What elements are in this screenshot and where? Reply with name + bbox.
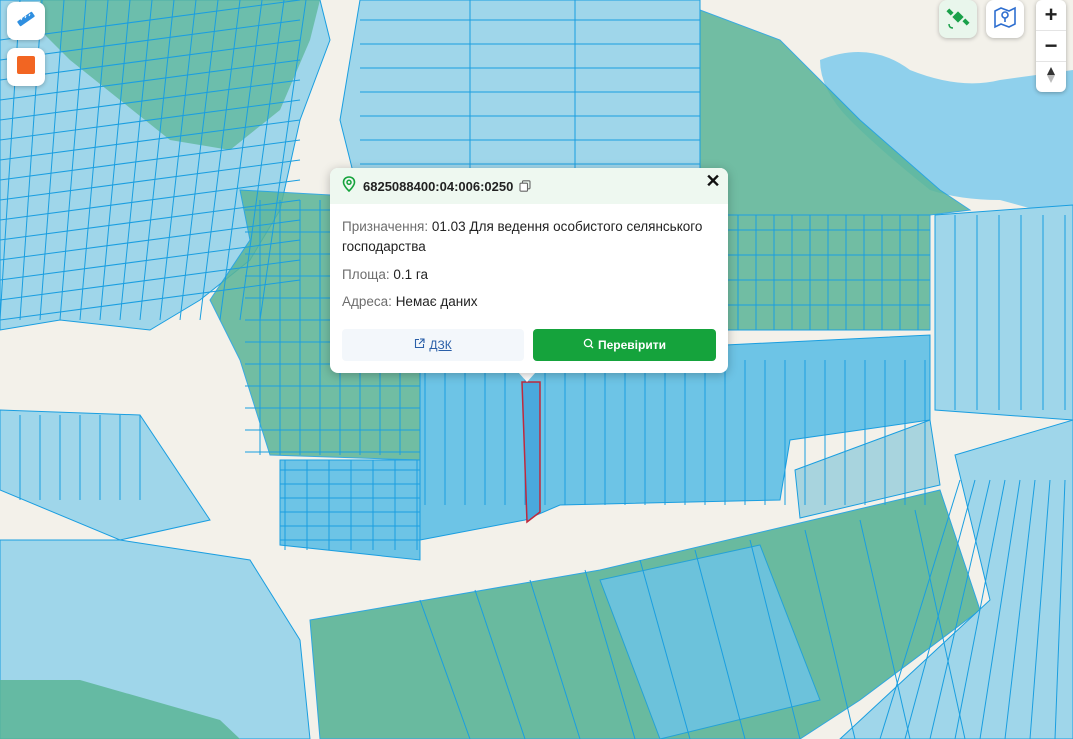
address-value: Немає даних [395,294,478,309]
draw-area-button[interactable] [7,48,45,86]
zoom-in-button[interactable]: + [1036,0,1066,31]
satellite-button[interactable] [939,0,977,38]
parcel-info-popup: 6825088400:04:006:0250 ✕ Призначення: 01… [330,168,728,373]
ruler-button[interactable] [7,2,45,40]
dzk-label: ДЗК [429,338,452,352]
popup-pointer [518,372,536,382]
compass-icon [1045,64,1057,90]
address-label: Адреса: [342,294,392,309]
ruler-icon [16,9,36,34]
parcel-block-east [934,204,1073,421]
dzk-link-button[interactable]: ДЗК [342,329,524,361]
satellite-icon [945,4,971,35]
zoom-control: + − [1036,0,1066,92]
area-row: Площа: 0.1 га [342,265,428,285]
area-label: Площа: [342,267,390,282]
external-link-icon [414,338,425,352]
popup-header: 6825088400:04:006:0250 ✕ [330,168,728,204]
parcel-block-central-green [719,214,931,331]
compass-button[interactable] [1036,62,1066,92]
map-layers-button[interactable] [986,0,1024,38]
copy-icon[interactable] [519,180,531,192]
location-pin-icon [342,175,356,197]
search-icon [583,338,594,352]
purpose-label: Призначення: [342,219,429,234]
check-label: Перевірити [598,338,666,352]
zoom-out-button[interactable]: − [1036,31,1066,62]
square-icon [16,55,36,80]
purpose-row: Призначення: 01.03 Для ведення особистог… [342,217,722,257]
check-button[interactable]: Перевірити [533,329,716,361]
cadastral-number: 6825088400:04:006:0250 [363,178,514,194]
area-value: 0.1 га [393,267,429,282]
map-icon [992,4,1018,35]
address-row: Адреса: Немає даних [342,292,478,312]
close-button[interactable]: ✕ [704,172,722,190]
parcel-block-sw-north [279,459,421,561]
